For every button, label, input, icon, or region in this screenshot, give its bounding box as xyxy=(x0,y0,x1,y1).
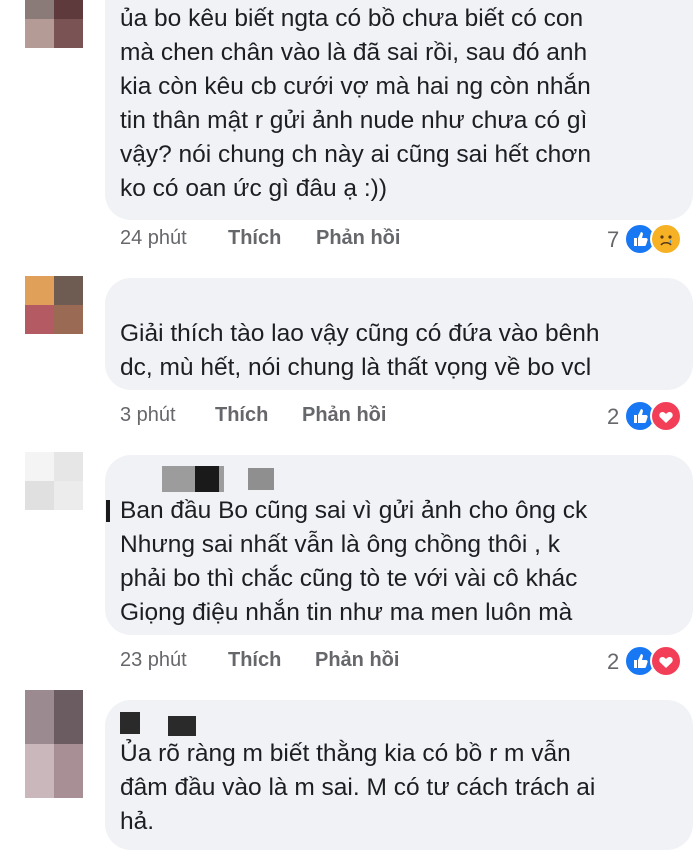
comment-meta: 3 phút Thích Phản hồi 2 xyxy=(0,400,700,430)
comment-text: Ủa rõ ràng m biết thằng kia có bồ r m vẫ… xyxy=(120,740,596,835)
comment-time[interactable]: 3 phút xyxy=(120,400,176,430)
love-icon[interactable] xyxy=(650,645,682,677)
commenter-avatar[interactable] xyxy=(25,690,83,798)
commenter-avatar[interactable] xyxy=(25,0,83,48)
reaction-count[interactable]: 2 xyxy=(607,647,619,677)
commenter-avatar[interactable] xyxy=(25,452,83,510)
sad-icon[interactable] xyxy=(650,223,682,255)
redacted-name xyxy=(168,716,196,736)
reaction-count[interactable]: 7 xyxy=(607,225,619,255)
redacted-name xyxy=(195,466,219,492)
comment-meta: 23 phút Thích Phản hồi 2 xyxy=(0,645,700,675)
reaction-count[interactable]: 2 xyxy=(607,402,619,432)
redacted-name xyxy=(120,712,140,734)
reply-button[interactable]: Phản hồi xyxy=(302,400,386,430)
comment-text: ủa bo kêu biết ngta có bồ chưa biết có c… xyxy=(120,5,591,202)
reply-button[interactable]: Phản hồi xyxy=(316,223,400,253)
like-button[interactable]: Thích xyxy=(228,223,281,253)
text-cursor xyxy=(106,500,110,522)
like-button[interactable]: Thích xyxy=(215,400,268,430)
comment-time[interactable]: 24 phút xyxy=(120,223,187,253)
redacted-name xyxy=(248,468,274,490)
comment-time[interactable]: 23 phút xyxy=(120,645,187,675)
comment-text: Ban đầu Bo cũng sai vì gửi ảnh cho ông c… xyxy=(120,497,588,626)
commenter-avatar[interactable] xyxy=(25,276,83,334)
reply-button[interactable]: Phản hồi xyxy=(315,645,399,675)
love-icon[interactable] xyxy=(650,400,682,432)
comment-meta: 24 phút Thích Phản hồi 7 xyxy=(0,223,700,253)
comment-text: Giải thích tào lao vậy cũng có đứa vào b… xyxy=(120,320,600,381)
like-button[interactable]: Thích xyxy=(228,645,281,675)
